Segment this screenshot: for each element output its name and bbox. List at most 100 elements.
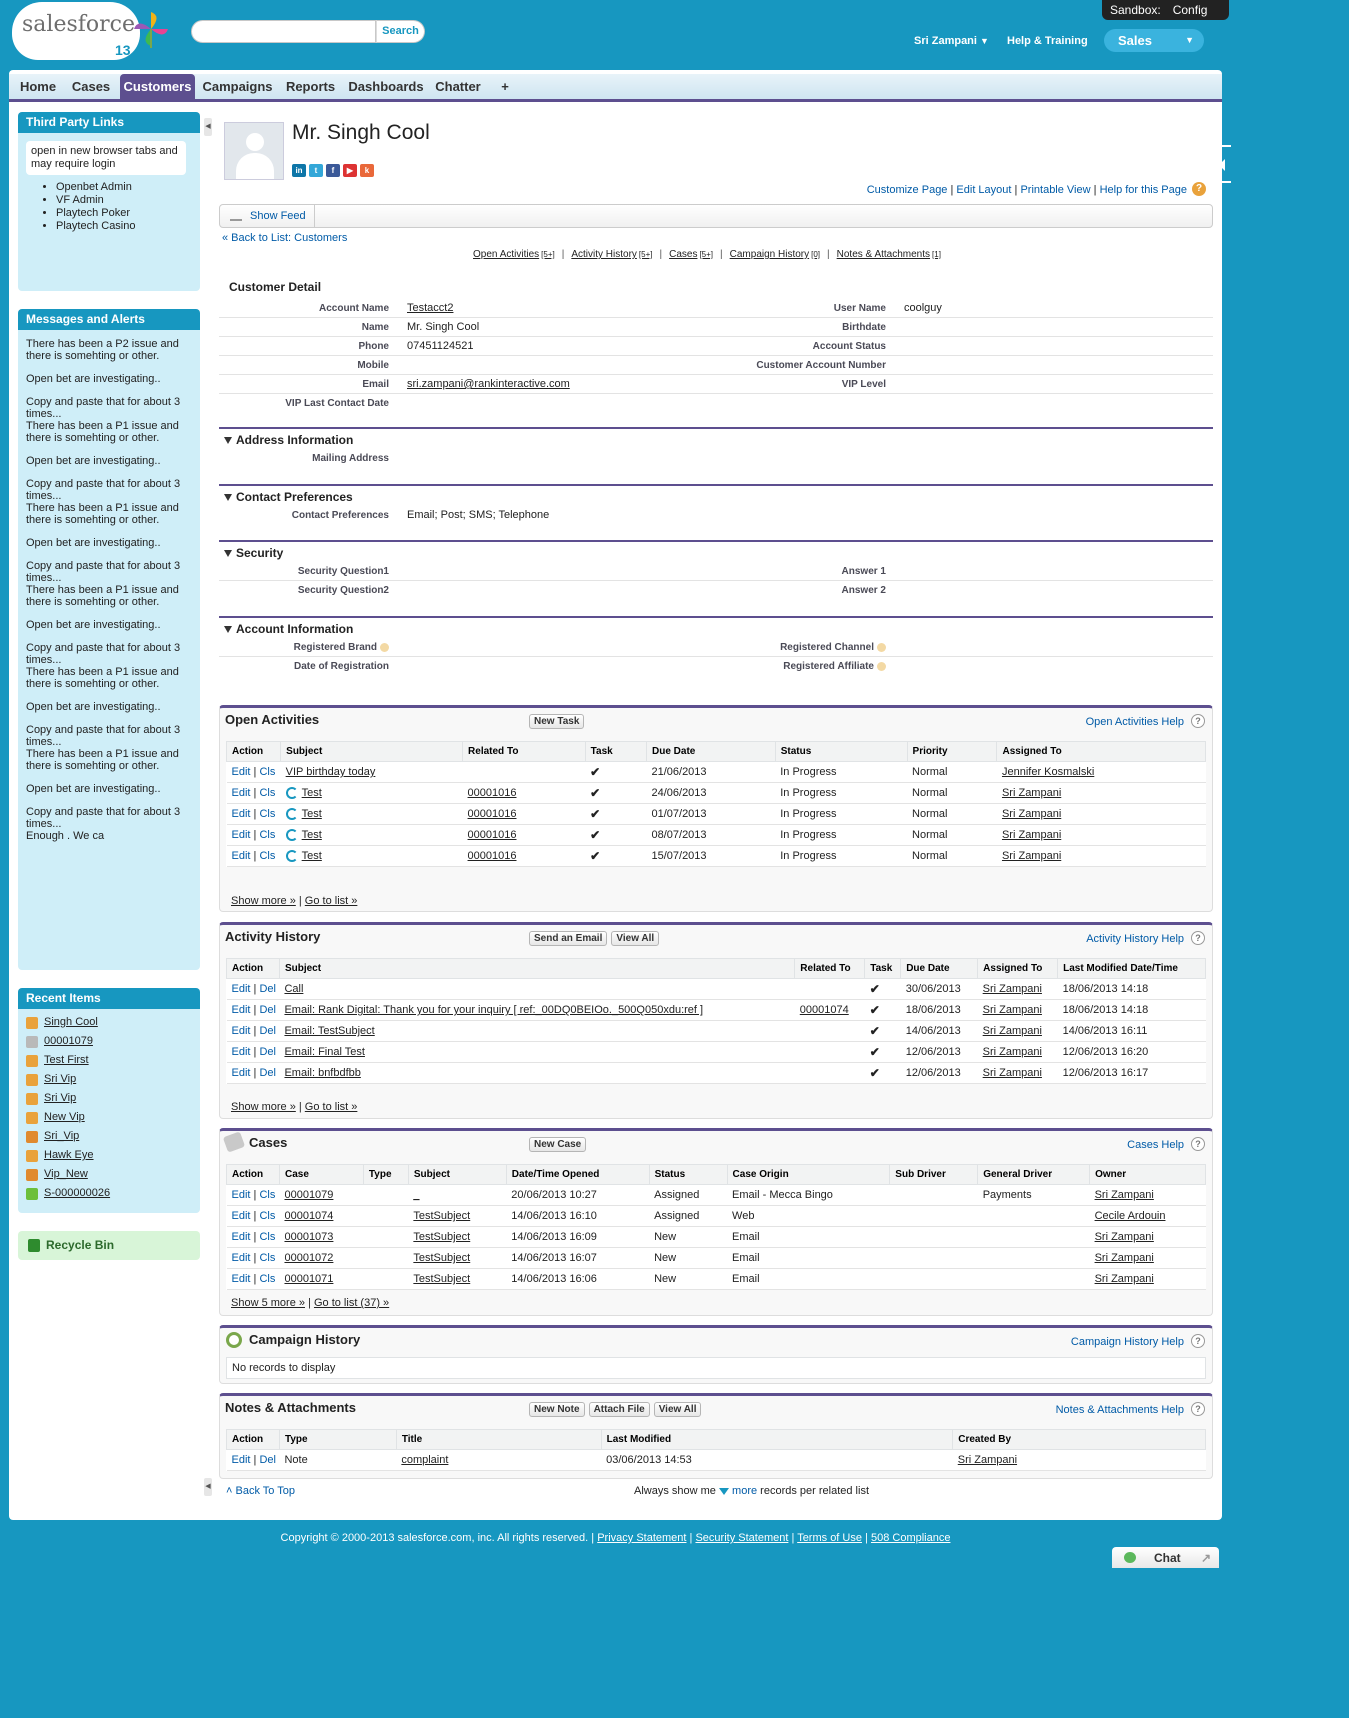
app-switcher[interactable]: Sales ▼ (1104, 29, 1204, 52)
assigned-to-link[interactable]: Sri Zampani (1002, 808, 1061, 820)
printable-view-link[interactable]: Printable View (1020, 184, 1090, 196)
security-header[interactable]: Security (219, 540, 1213, 562)
assigned-to-link[interactable]: Sri Zampani (983, 983, 1042, 995)
help-icon[interactable]: ? (1191, 931, 1205, 945)
owner-link[interactable]: Sri Zampani (1095, 1273, 1154, 1285)
tab-dashboards[interactable]: Dashboards (345, 74, 427, 100)
subject-link[interactable]: TestSubject (413, 1252, 470, 1264)
close-link[interactable]: Cls (259, 1189, 275, 1201)
send-email-button[interactable]: Send an Email (529, 931, 608, 946)
recent-item[interactable]: S-000000026 (26, 1184, 192, 1203)
field-value[interactable]: Testacct2 (407, 299, 453, 318)
related-list-link[interactable]: Open Activities [5+] (473, 249, 555, 260)
tab-customers[interactable]: Customers (120, 74, 195, 100)
related-list-link[interactable]: Campaign History [0] (730, 249, 820, 260)
subject-link[interactable]: VIP birthday today (286, 766, 376, 778)
recent-item[interactable]: 00001079 (26, 1032, 192, 1051)
assigned-to-link[interactable]: Sri Zampani (1002, 829, 1061, 841)
assigned-to-link[interactable]: Sri Zampani (983, 1004, 1042, 1016)
new-task-button[interactable]: New Task (529, 714, 585, 729)
close-link[interactable]: Cls (259, 808, 275, 820)
sidebar-collapse-icon[interactable]: ◀ (204, 118, 212, 136)
edit-link[interactable]: Edit (232, 1004, 251, 1016)
tab-reports[interactable]: Reports (281, 74, 340, 100)
address-header[interactable]: Address Information (219, 427, 1213, 449)
chat-widget[interactable]: Chat ↗ (1112, 1547, 1219, 1568)
subject-link[interactable]: Email: bnfbdfbb (284, 1067, 360, 1079)
help-icon[interactable]: ? (1191, 1334, 1205, 1348)
tab-campaigns[interactable]: Campaigns (200, 74, 275, 100)
delete-link[interactable]: Del (259, 1067, 276, 1079)
show-more-link[interactable]: Show more » (231, 1101, 296, 1113)
attach-file-button[interactable]: Attach File (588, 1402, 650, 1417)
search-button[interactable]: Search (376, 20, 425, 43)
delete-link[interactable]: Del (259, 1025, 276, 1037)
link-playtech-casino[interactable]: Playtech Casino (56, 220, 192, 233)
recycle-bin[interactable]: Recycle Bin (18, 1231, 200, 1260)
terms-of-use-link[interactable]: Terms of Use (797, 1532, 862, 1544)
edit-link[interactable]: Edit (232, 1189, 251, 1201)
help-page-link[interactable]: Help for this Page (1100, 184, 1187, 196)
info-icon[interactable] (877, 642, 886, 652)
508-compliance-link[interactable]: 508 Compliance (871, 1532, 951, 1544)
dropdown-triangle-icon[interactable] (718, 1487, 729, 1495)
open-activities-help-link[interactable]: Open Activities Help (1086, 716, 1184, 728)
field-value[interactable]: sri.zampani@rankinteractive.com (407, 375, 570, 394)
back-to-top-link[interactable]: ˄ Back To Top (226, 1485, 295, 1497)
campaign-history-help-link[interactable]: Campaign History Help (1071, 1336, 1184, 1348)
edit-link[interactable]: Edit (232, 1252, 251, 1264)
facebook-icon[interactable]: f (326, 164, 340, 177)
tab-chatter[interactable]: Chatter (432, 74, 484, 100)
subject-link[interactable]: TestSubject (413, 1273, 470, 1285)
tab-cases[interactable]: Cases (66, 74, 116, 100)
more-link[interactable]: more (732, 1485, 757, 1497)
recent-item[interactable]: Sri_Vip (26, 1127, 192, 1146)
close-link[interactable]: Cls (259, 850, 275, 862)
owner-link[interactable]: Sri Zampani (1095, 1189, 1154, 1201)
subject-link[interactable]: Test (302, 808, 322, 820)
back-to-list-link[interactable]: « Back to List: Customers (222, 232, 347, 244)
related-list-link[interactable]: Notes & Attachments [1] (837, 249, 941, 260)
show-feed-button[interactable]: Show Feed (228, 205, 315, 227)
owner-link[interactable]: Sri Zampani (1095, 1252, 1154, 1264)
subject-link[interactable]: Email: Rank Digital: Thank you for your … (284, 1004, 703, 1016)
tab-home[interactable]: Home (15, 74, 61, 100)
case-number-link[interactable]: 00001073 (284, 1231, 333, 1243)
recent-item[interactable]: Vip_New (26, 1165, 192, 1184)
help-icon[interactable]: ? (1191, 1402, 1205, 1416)
edit-link[interactable]: Edit (232, 1046, 251, 1058)
subject-link[interactable]: TestSubject (413, 1231, 470, 1243)
add-tab-icon[interactable]: + (491, 74, 519, 100)
subject-link[interactable]: Email: Final Test (284, 1046, 365, 1058)
contact-preferences-header[interactable]: Contact Preferences (219, 484, 1213, 506)
privacy-statement-link[interactable]: Privacy Statement (597, 1532, 686, 1544)
owner-link[interactable]: Cecile Ardouin (1095, 1210, 1166, 1222)
subject-link[interactable]: Test (302, 787, 322, 799)
assigned-to-link[interactable]: Sri Zampani (983, 1067, 1042, 1079)
related-list-link[interactable]: Activity History [5+] (571, 249, 652, 260)
new-case-button[interactable]: New Case (529, 1137, 587, 1152)
edit-link[interactable]: Edit (232, 983, 251, 995)
edit-link[interactable]: Edit (232, 1025, 251, 1037)
edit-link[interactable]: Edit (232, 1210, 251, 1222)
subject-link[interactable]: TestSubject (413, 1210, 470, 1222)
edit-link[interactable]: Edit (232, 787, 251, 799)
notes-attachments-help-link[interactable]: Notes & Attachments Help (1056, 1404, 1184, 1416)
assigned-to-link[interactable]: Sri Zampani (1002, 787, 1061, 799)
cases-help-link[interactable]: Cases Help (1127, 1139, 1184, 1151)
recent-item[interactable]: Test First (26, 1051, 192, 1070)
edit-link[interactable]: Edit (232, 850, 251, 862)
view-all-button[interactable]: View All (653, 1402, 702, 1417)
subject-link[interactable]: Email: TestSubject (284, 1025, 374, 1037)
link-openbet-admin[interactable]: Openbet Admin (56, 181, 192, 194)
assigned-to-link[interactable]: Sri Zampani (983, 1046, 1042, 1058)
activity-history-help-link[interactable]: Activity History Help (1086, 933, 1184, 945)
close-link[interactable]: Cls (259, 829, 275, 841)
recent-item[interactable]: Sri Vip (26, 1070, 192, 1089)
related-list-link[interactable]: Cases [5+] (669, 249, 713, 260)
delete-link[interactable]: Del (259, 1454, 276, 1466)
edit-link[interactable]: Edit (232, 766, 251, 778)
help-icon[interactable]: ? (1192, 182, 1206, 196)
case-number-link[interactable]: 00001074 (284, 1210, 333, 1222)
link-vf-admin[interactable]: VF Admin (56, 194, 192, 207)
